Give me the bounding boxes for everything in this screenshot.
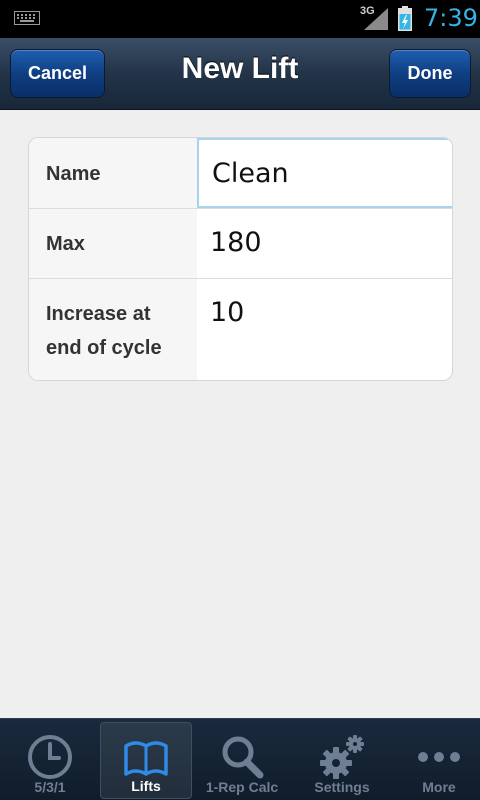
gears-icon [320,735,364,779]
tab-more-label: More [422,779,456,795]
page-title: New Lift [181,52,299,85]
tab-lifts-label: Lifts [131,778,161,794]
status-clock: 7:39 [424,4,478,32]
name-label-cell: Name [29,138,197,208]
lift-form: Name Clean Max 180 Increase at end of cy… [28,137,453,381]
max-row: Max 180 [29,209,452,279]
max-label-cell: Max [29,209,197,278]
book-icon [124,741,168,776]
tab-1rep-calc-label: 1-Rep Calc [205,779,279,795]
more-dots-icon [418,752,460,762]
increase-field[interactable]: 10 [197,279,452,350]
done-button[interactable]: Done [389,49,471,98]
name-field-value: Clean [212,158,289,189]
tab-531-label: 5/3/1 [34,779,66,795]
max-field[interactable]: 180 [197,209,452,278]
increase-field-value: 10 [210,297,245,328]
navigation-bar: Cancel New Lift Done [0,38,480,110]
tab-lifts[interactable]: Lifts [100,722,192,799]
tab-settings-label: Settings [314,779,370,795]
keyboard-icon [14,11,40,25]
tab-more[interactable]: More [391,719,480,800]
increase-row: Increase at end of cycle 10 [29,279,452,380]
increase-label: Increase at end of cycle [46,303,162,359]
max-field-value: 180 [210,227,262,258]
tab-531[interactable]: 5/3/1 [2,719,98,800]
name-row: Name Clean [29,138,452,209]
tab-bar: 5/3/1 Lifts 1-Rep Calc Settings More [0,718,480,800]
max-label: Max [46,233,85,255]
status-bar: 3G 7:39 [0,0,480,38]
battery-charging-icon [398,6,412,31]
name-label: Name [46,163,101,185]
magnifier-icon [222,736,264,779]
cancel-button[interactable]: Cancel [10,49,105,98]
signal-icon [364,8,388,30]
tab-1rep-calc[interactable]: 1-Rep Calc [194,719,290,800]
name-field[interactable]: Clean [197,138,452,208]
tab-settings[interactable]: Settings [294,719,390,800]
clock-icon [28,735,72,779]
increase-label-cell: Increase at end of cycle [29,279,197,380]
